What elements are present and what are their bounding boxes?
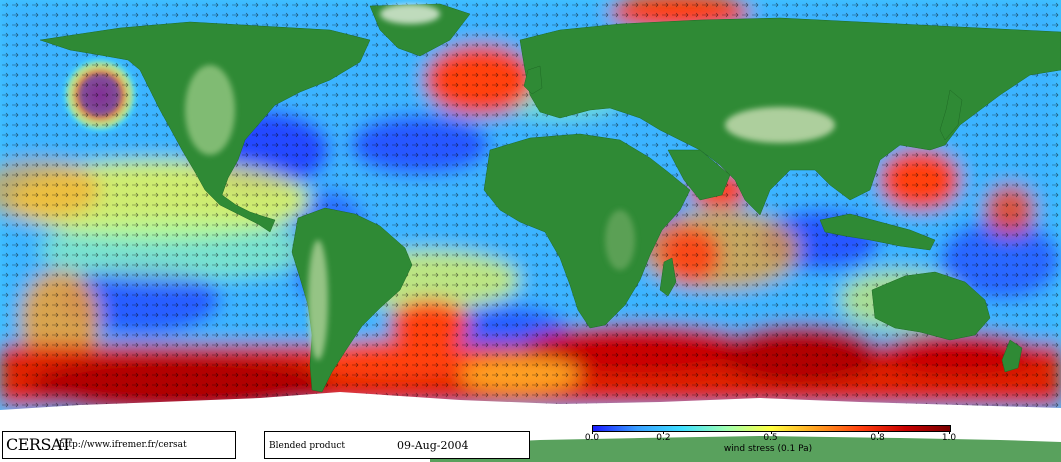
colorbar-tick-label: 0.8: [870, 433, 885, 443]
colorbar-tick-label: 0.2: [656, 433, 671, 443]
legend-title: wind stress (0.1 Pa): [723, 444, 813, 454]
credit-box: CERSAT http://www.ifremer.fr/cersat: [2, 431, 236, 459]
wind-stress-map: CERSAT http://www.ifremer.fr/cersat Blen…: [0, 0, 1061, 462]
color-scale-legend: 0.0 0.2 0.5 0.8 1.0 wind stress (0.1 Pa): [584, 425, 958, 459]
map-date: 09-Aug-2004: [397, 439, 469, 452]
colorbar-tick-label: 0.0: [584, 433, 600, 443]
credit-url: http://www.ifremer.fr/cersat: [59, 440, 187, 450]
colorbar-tick-label: 1.0: [941, 433, 957, 443]
colorbar: [592, 425, 951, 432]
world-map-canvas: [0, 0, 1061, 462]
colorbar-tick-label: 0.5: [763, 433, 778, 443]
product-label: Blended product: [269, 441, 346, 451]
product-date-box: Blended product 09-Aug-2004: [264, 431, 530, 459]
